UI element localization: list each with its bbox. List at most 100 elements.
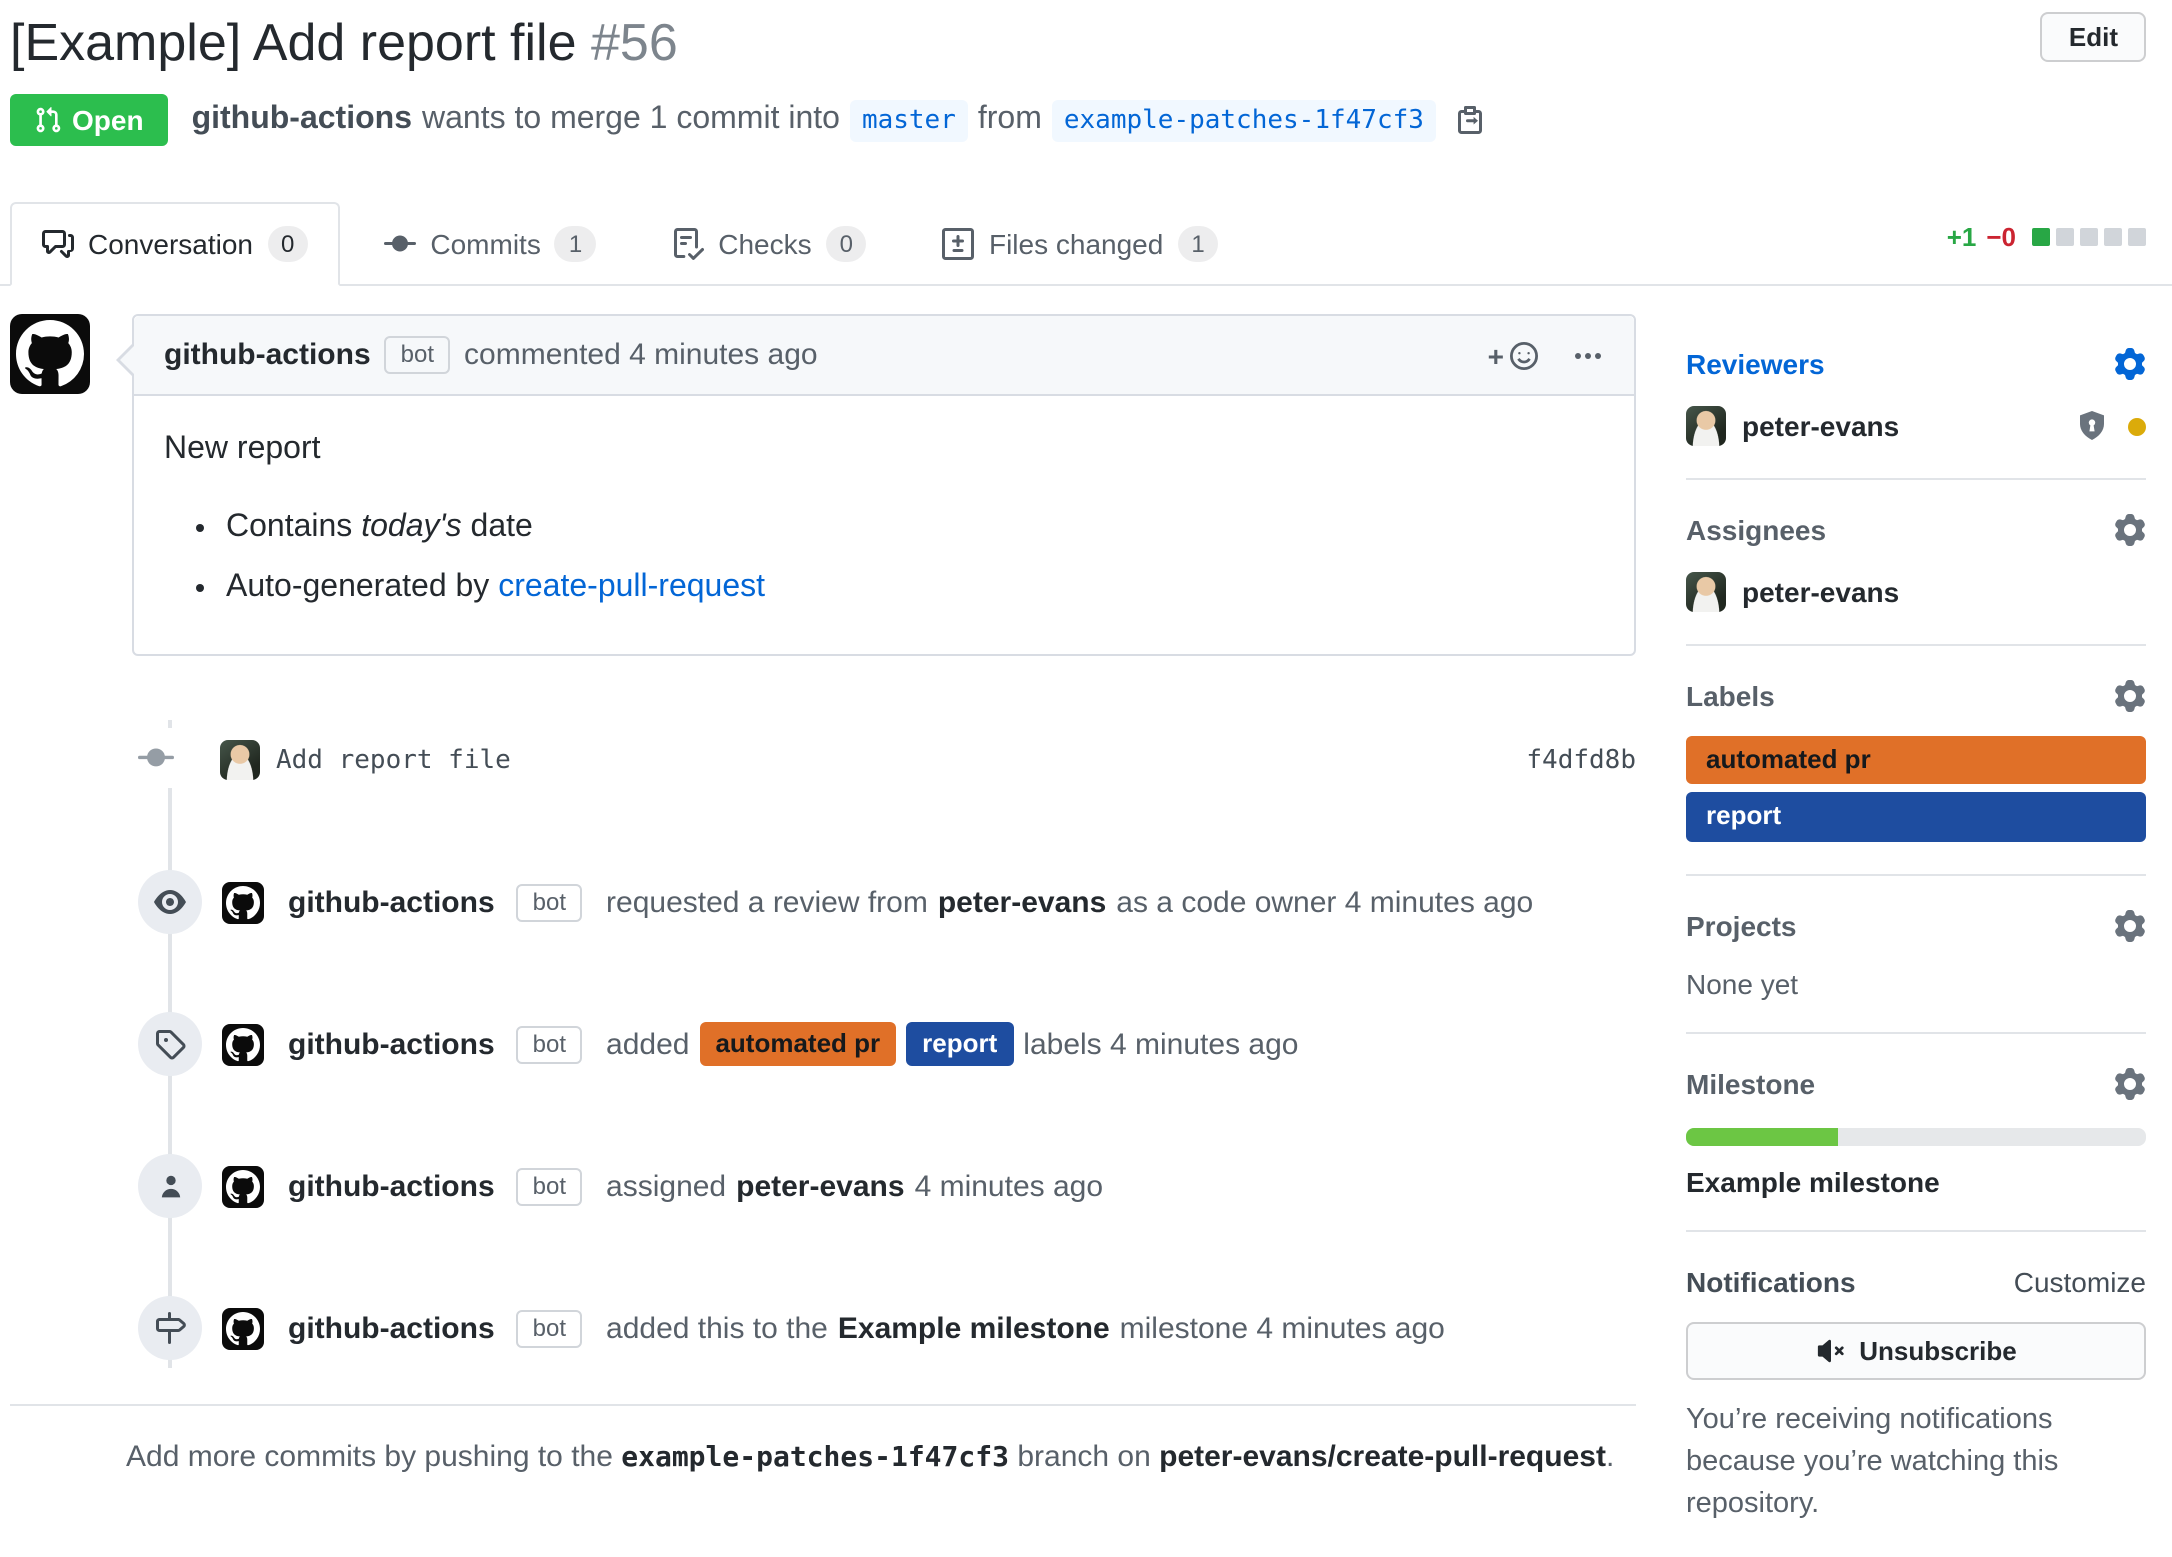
review-status-icons: [2076, 410, 2146, 442]
base-branch-label[interactable]: master: [850, 99, 968, 141]
customize-link[interactable]: Customize: [2014, 1265, 2146, 1297]
event-actor[interactable]: github-actions: [288, 885, 495, 919]
pr-tab-nav: Conversation 0 Commits 1 Checks 0 Files …: [0, 202, 2172, 286]
merge-summary: github-actions wants to merge 1 commit i…: [192, 99, 1486, 141]
reviewers-heading[interactable]: Reviewers: [1686, 348, 2146, 380]
label-report[interactable]: report: [1686, 793, 2146, 841]
head-branch-label[interactable]: example-patches-1f47cf3: [1052, 99, 1436, 141]
diffstat-block-gray: [2128, 228, 2146, 246]
pr-sidebar: Reviewers peter-evans Assignees: [1686, 314, 2146, 1557]
mute-icon: [1815, 1335, 1845, 1365]
diffstat-block-gray: [2056, 228, 2074, 246]
event-actor[interactable]: github-actions: [288, 1027, 495, 1061]
label-automated-pr[interactable]: automated pr: [699, 1023, 896, 1066]
person-icon: [138, 1154, 202, 1218]
octocat-icon: [16, 320, 84, 388]
peter-evans-avatar[interactable]: [1686, 572, 1726, 612]
unsubscribe-button[interactable]: Unsubscribe: [1686, 1321, 2146, 1379]
create-pull-request-link[interactable]: create-pull-request: [498, 570, 765, 604]
reviewer-name[interactable]: peter-evans: [938, 885, 1106, 919]
timeline-event-review-requested: github-actions bot requested a review fr…: [10, 862, 1636, 942]
pr-header: [Example] Add report file #56 Edit Open …: [0, 0, 2172, 146]
assignee-name[interactable]: peter-evans: [736, 1169, 904, 1203]
bot-badge: bot: [517, 1167, 582, 1205]
diffstat-deletions: −0: [1986, 222, 2016, 252]
tab-checks[interactable]: Checks 0: [640, 202, 899, 286]
assignee-name[interactable]: peter-evans: [1742, 576, 1899, 608]
commit-message[interactable]: Add report file: [276, 745, 511, 775]
git-pull-request-icon: [34, 106, 62, 134]
label-report[interactable]: report: [906, 1023, 1013, 1066]
labels-heading[interactable]: Labels: [1686, 680, 2146, 712]
pr-timeline: Add report file f4dfd8b github-actions b…: [10, 720, 1636, 1368]
gear-icon[interactable]: [2114, 680, 2146, 712]
tab-files-changed-count: 1: [1177, 226, 1218, 262]
push-instructions: Add more commits by pushing to the examp…: [10, 1404, 1636, 1474]
github-actions-avatar[interactable]: [222, 1165, 264, 1207]
reviewer-name[interactable]: peter-evans: [1742, 410, 1899, 442]
page-title: [Example] Add report file #56: [10, 12, 2041, 74]
tab-conversation[interactable]: Conversation 0: [10, 202, 340, 286]
pending-review-dot: [2128, 417, 2146, 435]
event-actor[interactable]: github-actions: [288, 1311, 495, 1345]
bot-badge: bot: [385, 336, 450, 374]
assignees-heading[interactable]: Assignees: [1686, 514, 2146, 546]
reviewer-row: peter-evans: [1686, 406, 2146, 446]
tab-files-changed[interactable]: Files changed 1: [911, 202, 1251, 286]
projects-heading[interactable]: Projects: [1686, 909, 2146, 941]
notifications-heading-row: Notifications Customize: [1686, 1265, 2146, 1297]
pr-state-badge: Open: [10, 94, 168, 146]
tab-commits[interactable]: Commits 1: [352, 202, 628, 286]
labels-section: Labels automated pr report: [1686, 646, 2146, 875]
main-content: github-actions bot commented 4 minutes a…: [0, 314, 2172, 1557]
timeline-event-labeled: github-actions bot added automated pr re…: [10, 1004, 1636, 1084]
milestone-name-inline[interactable]: Example milestone: [838, 1311, 1110, 1345]
tab-commits-count: 1: [555, 226, 596, 262]
git-commit-icon: [384, 228, 416, 260]
gear-icon[interactable]: [2114, 348, 2146, 380]
tab-conversation-count: 0: [267, 226, 308, 262]
gear-icon[interactable]: [2114, 514, 2146, 546]
comment-list: Contains today's date Auto-generated by …: [164, 504, 1604, 612]
github-actions-avatar[interactable]: [10, 314, 90, 394]
copy-branch-icon[interactable]: [1454, 104, 1486, 136]
milestone-name-link[interactable]: Example milestone: [1686, 1165, 2146, 1197]
comment-author[interactable]: github-actions: [164, 338, 371, 372]
commit-sha[interactable]: f4dfd8b: [1526, 745, 1636, 775]
tab-files-changed-label: Files changed: [989, 228, 1163, 260]
peter-evans-avatar[interactable]: [1686, 406, 1726, 446]
milestone-progress-fill: [1686, 1127, 1838, 1145]
event-actor[interactable]: github-actions: [288, 1169, 495, 1203]
pr-state-label: Open: [72, 104, 144, 136]
diffstat: +1 −0: [1947, 222, 2146, 264]
milestone-section: Milestone Example milestone: [1686, 1033, 2146, 1231]
github-actions-avatar[interactable]: [222, 1023, 264, 1065]
comment-bullet-1: Contains today's date: [226, 504, 1604, 552]
comment-meta: commented 4 minutes ago: [464, 338, 818, 372]
discussion-column: github-actions bot commented 4 minutes a…: [10, 314, 1636, 1474]
milestone-heading[interactable]: Milestone: [1686, 1067, 2146, 1099]
comment-body: New report Contains today's date Auto-ge…: [134, 396, 1634, 654]
status-row: Open github-actions wants to merge 1 com…: [10, 94, 2146, 146]
checklist-icon: [672, 228, 704, 260]
reviewers-section: Reviewers peter-evans: [1686, 314, 2146, 480]
bot-badge: bot: [517, 1025, 582, 1063]
assignee-row: peter-evans: [1686, 572, 2146, 612]
github-actions-avatar[interactable]: [222, 1307, 264, 1349]
octocat-icon: [226, 1311, 260, 1345]
add-reaction-button[interactable]: +: [1488, 339, 1540, 371]
timeline-event-milestoned: github-actions bot added this to the Exa…: [10, 1288, 1636, 1368]
bot-badge: bot: [517, 883, 582, 921]
tag-icon: [138, 1012, 202, 1076]
gear-icon[interactable]: [2114, 1067, 2146, 1099]
tab-checks-count: 0: [826, 226, 867, 262]
projects-empty-text: None yet: [1686, 967, 2146, 999]
edit-button[interactable]: Edit: [2041, 12, 2146, 62]
commit-author-avatar[interactable]: [220, 740, 260, 780]
label-automated-pr[interactable]: automated pr: [1686, 736, 2146, 784]
github-actions-avatar[interactable]: [222, 881, 264, 923]
kebab-menu-button[interactable]: [1572, 339, 1604, 371]
gear-icon[interactable]: [2114, 909, 2146, 941]
merge-author: github-actions: [192, 102, 412, 138]
repo-name: peter-evans/create-pull-request: [1159, 1440, 1606, 1474]
